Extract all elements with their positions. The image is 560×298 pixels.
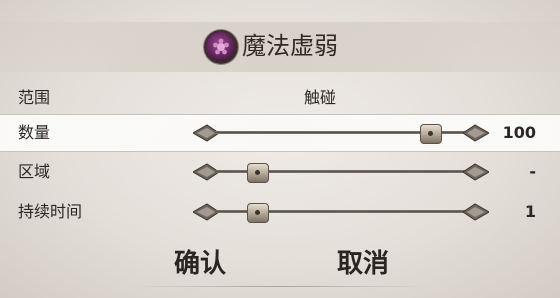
area-label: 区域 — [18, 162, 51, 181]
area-value: - — [529, 162, 536, 181]
row-range: 范围 触碰 — [0, 80, 560, 116]
confirm-button[interactable]: 确认 — [140, 244, 260, 284]
row-area: 区域 - — [0, 154, 560, 190]
dialog-title: 魔法虚弱 — [242, 32, 338, 60]
magnitude-label: 数量 — [18, 123, 51, 142]
row-magnitude: 数量 100 — [0, 114, 560, 152]
magnitude-value: 100 — [502, 123, 536, 142]
slider-right-tip-icon — [463, 163, 489, 181]
slider-knob[interactable] — [246, 203, 269, 223]
row-duration: 持续时间 1 — [0, 194, 560, 230]
range-label: 范围 — [18, 88, 51, 107]
slider-right-tip-icon — [463, 124, 489, 142]
slider-knob[interactable] — [419, 124, 442, 144]
bottom-divider — [130, 286, 430, 287]
magic-weakness-icon — [204, 30, 238, 64]
duration-value: 1 — [524, 202, 536, 221]
slider-right-tip-icon — [463, 203, 489, 221]
duration-slider[interactable] — [193, 200, 489, 224]
cancel-button[interactable]: 取消 — [303, 244, 423, 284]
duration-label: 持续时间 — [18, 202, 83, 221]
area-slider[interactable] — [193, 160, 489, 184]
range-value: 触碰 — [303, 88, 336, 107]
magnitude-slider[interactable] — [193, 121, 489, 145]
slider-knob[interactable] — [246, 163, 269, 183]
